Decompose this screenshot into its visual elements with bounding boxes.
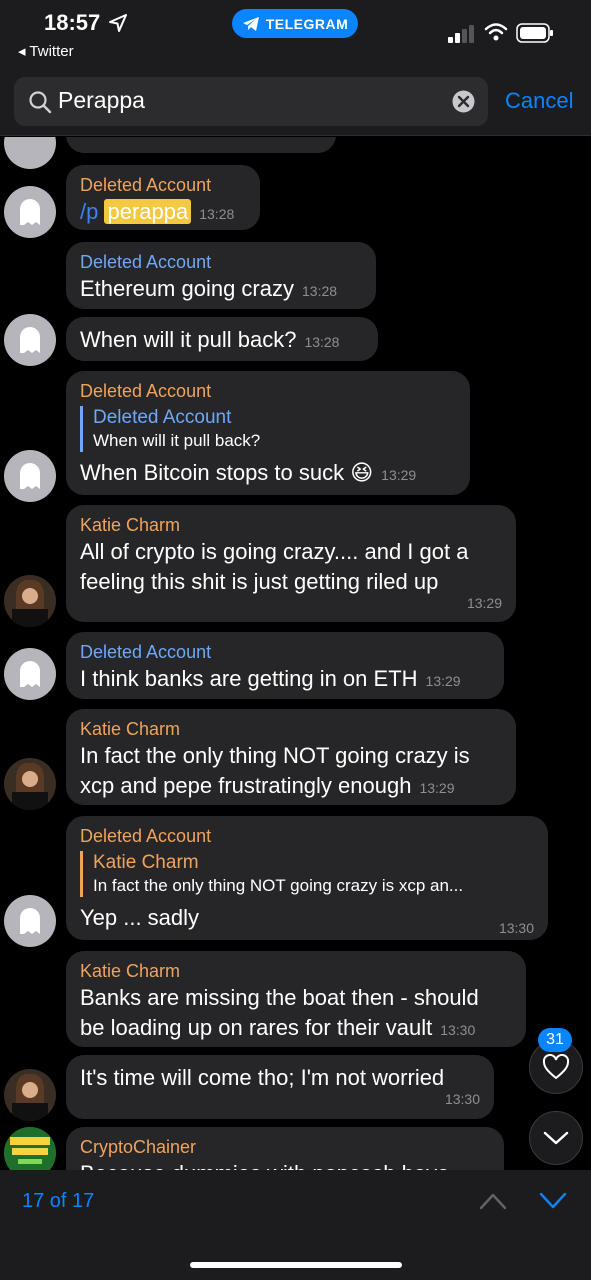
- message-bubble[interactable]: Deleted Account Deleted Account When wil…: [66, 371, 470, 495]
- message-bubble[interactable]: Katie Charm All of crypto is going crazy…: [66, 505, 516, 622]
- message-bubble[interactable]: Deleted Account I think banks are gettin…: [66, 632, 504, 699]
- reply-sender: Katie Charm: [93, 852, 199, 873]
- avatar[interactable]: [4, 1127, 56, 1170]
- message-text: In fact the only thing NOT going crazy i…: [80, 743, 470, 798]
- message-bubble[interactable]: CryptoChainer Because dummies with popca…: [66, 1127, 504, 1170]
- avatar[interactable]: [4, 450, 56, 502]
- message-time: 13:30: [440, 1022, 476, 1038]
- clear-search-icon[interactable]: [452, 90, 475, 113]
- search-field[interactable]: Perappa: [14, 77, 488, 126]
- message-sender[interactable]: Deleted Account: [80, 250, 362, 274]
- cancel-button[interactable]: Cancel: [505, 88, 573, 114]
- reply-sender: Deleted Account: [93, 407, 232, 428]
- avatar[interactable]: [4, 758, 56, 810]
- message-sender[interactable]: Katie Charm: [80, 959, 512, 983]
- message-text: All of crypto is going crazy.... and I g…: [80, 539, 469, 594]
- message-bubble[interactable]: Deleted Account Katie Charm In fact the …: [66, 816, 548, 940]
- message-text: Ethereum going crazy: [80, 276, 294, 301]
- message-bubble[interactable]: It's time will come tho; I'm not worried…: [66, 1055, 494, 1119]
- status-time: 18:57: [44, 10, 101, 35]
- battery-icon: [516, 23, 553, 43]
- avatar: [4, 137, 56, 169]
- message-text: Banks are missing the boat then - should…: [80, 985, 479, 1040]
- wifi-icon: [484, 23, 508, 41]
- scroll-down-button[interactable]: [529, 1111, 583, 1165]
- command-link[interactable]: /p: [80, 199, 98, 224]
- user-photo-icon: [12, 1073, 48, 1121]
- avatar[interactable]: [4, 648, 56, 700]
- home-indicator[interactable]: [190, 1262, 402, 1268]
- chevron-up-icon[interactable]: [478, 1190, 508, 1212]
- search-bar: Perappa Cancel: [0, 70, 591, 136]
- message-text: Yep ... sadly: [80, 905, 200, 930]
- search-input[interactable]: Perappa: [58, 87, 438, 114]
- telegram-icon: [242, 16, 259, 31]
- message-text: When Bitcoin stops to suck 😆: [80, 460, 374, 485]
- message-time: 13:28: [199, 206, 235, 222]
- status-bar: 18:57 ◂ Twitter TELEGRAM: [0, 0, 591, 70]
- cryptochainer-logo-icon: [4, 1127, 56, 1170]
- message-sender[interactable]: Katie Charm: [80, 717, 502, 741]
- reaction-count-badge: 31: [538, 1028, 572, 1052]
- message-bubble[interactable]: Deleted Account Ethereum going crazy 13:2…: [66, 242, 376, 309]
- message-sender[interactable]: Deleted Account: [80, 379, 456, 403]
- reply-quote[interactable]: Deleted Account When will it pull back?: [80, 406, 456, 452]
- location-arrow-icon: [109, 14, 127, 32]
- message-bubble[interactable]: Deleted Account /p perappa 13:28: [66, 165, 260, 230]
- message-text: Because dummies with popcash have: [80, 1159, 490, 1170]
- message-bubble-partial: [66, 137, 336, 153]
- reply-quote[interactable]: Katie Charm In fact the only thing NOT g…: [80, 851, 534, 897]
- message-time: 13:28: [304, 334, 340, 350]
- heart-icon: [542, 1054, 570, 1080]
- message-time: 13:29: [425, 673, 461, 689]
- message-bubble[interactable]: Katie Charm Banks are missing the boat t…: [66, 951, 526, 1047]
- search-highlight: perappa: [104, 199, 192, 224]
- telegram-pill[interactable]: TELEGRAM: [232, 9, 358, 38]
- message-time: 13:30: [498, 920, 534, 936]
- message-time: 13:29: [419, 780, 455, 796]
- message-sender[interactable]: Deleted Account: [80, 640, 490, 664]
- avatar[interactable]: [4, 1069, 56, 1121]
- avatar[interactable]: [4, 314, 56, 366]
- back-to-app-link[interactable]: ◂ Twitter: [18, 42, 74, 60]
- reply-text: When will it pull back?: [93, 431, 261, 450]
- message-list[interactable]: Deleted Account /p perappa 13:28 Deleted …: [0, 137, 591, 1170]
- pill-label: TELEGRAM: [265, 15, 349, 32]
- reply-text: In fact the only thing NOT going crazy i…: [93, 876, 464, 895]
- avatar[interactable]: [4, 575, 56, 627]
- chevron-down-icon: [543, 1131, 569, 1145]
- ghost-icon: [20, 327, 40, 353]
- user-photo-icon: [12, 762, 48, 810]
- search-results-bar: 17 of 17: [0, 1170, 591, 1280]
- message-time: 13:28: [302, 283, 338, 299]
- cellular-signal-icon: [448, 25, 474, 43]
- message-sender[interactable]: CryptoChainer: [80, 1135, 490, 1159]
- message-text: It's time will come tho; I'm not worried: [80, 1065, 445, 1090]
- message-time: 13:29: [381, 467, 417, 483]
- chevron-down-icon[interactable]: [538, 1190, 568, 1212]
- result-counter[interactable]: 17 of 17: [22, 1190, 94, 1213]
- message-time: 13:29: [466, 595, 502, 611]
- message-bubble[interactable]: Katie Charm In fact the only thing NOT g…: [66, 709, 516, 805]
- user-photo-icon: [12, 579, 48, 627]
- message-sender[interactable]: Deleted Account: [80, 173, 246, 197]
- message-time: 13:30: [444, 1091, 480, 1107]
- ghost-icon: [20, 661, 40, 687]
- avatar[interactable]: [4, 895, 56, 947]
- search-icon: [29, 91, 52, 114]
- avatar[interactable]: [4, 186, 56, 238]
- message-text: I think banks are getting in on ETH: [80, 666, 418, 691]
- message-bubble[interactable]: When will it pull back? 13:28: [66, 317, 378, 361]
- ghost-icon: [20, 908, 40, 934]
- ghost-icon: [20, 463, 40, 489]
- message-text: When will it pull back?: [80, 327, 297, 352]
- ghost-icon: [20, 199, 40, 225]
- message-sender[interactable]: Katie Charm: [80, 513, 502, 537]
- message-sender[interactable]: Deleted Account: [80, 824, 534, 848]
